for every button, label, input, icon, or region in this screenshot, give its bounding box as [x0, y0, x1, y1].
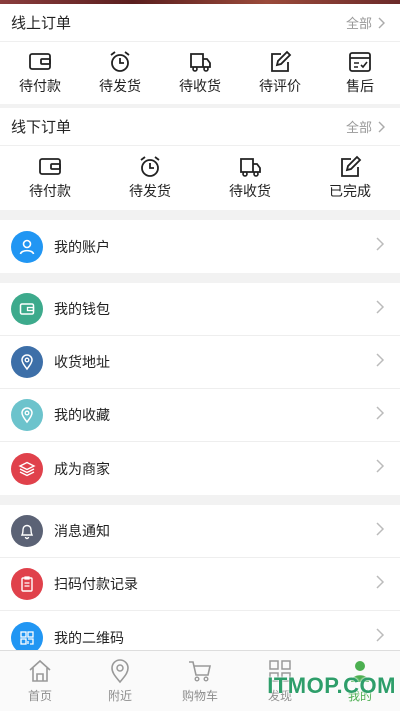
- location-pin-icon: [11, 346, 43, 378]
- tab-label: 购物车: [181, 689, 218, 703]
- grid-item-label: 待付款: [29, 183, 71, 199]
- layers-icon: [11, 452, 43, 485]
- clipboard-icon: [11, 568, 43, 600]
- menu-item-my-account[interactable]: 我的账户: [0, 220, 400, 273]
- tab-label: 首页: [27, 689, 52, 703]
- online-orders-grid: 待付款 待发货 待收货 待评价 售后: [0, 42, 400, 104]
- alarm-clock-icon: [140, 156, 160, 177]
- all-label: 全部: [345, 16, 372, 31]
- divider: [0, 210, 400, 220]
- divider: [0, 273, 400, 283]
- chevron-right-icon: [378, 17, 385, 28]
- online-after-sale[interactable]: 售后: [320, 50, 400, 96]
- menu-item-shipping-address[interactable]: 收货地址: [0, 336, 400, 389]
- menu-item-label: 消息通知: [54, 523, 110, 539]
- offline-pending-payment[interactable]: 待付款: [0, 155, 100, 201]
- grid-item-label: 待发货: [99, 78, 141, 94]
- qrcode-icon: [11, 621, 43, 654]
- after-sale-icon: [349, 52, 371, 72]
- offline-pending-receipt[interactable]: 待收货: [200, 155, 300, 201]
- bell-icon: [11, 515, 43, 547]
- offline-pending-shipment[interactable]: 待发货: [100, 155, 200, 201]
- chevron-right-icon: [374, 521, 386, 542]
- watermark: ITMOP.COM: [267, 673, 396, 698]
- delivery-truck-icon: [190, 53, 211, 72]
- offline-orders-grid: 待付款 待发货 待收货 已完成: [0, 146, 400, 210]
- menu-group-misc: 消息通知 扫码付款记录 我的二维码: [0, 505, 400, 664]
- all-label: 全部: [345, 120, 372, 135]
- tab-label: 附近: [107, 689, 132, 703]
- grid-item-label: 待收货: [179, 78, 221, 94]
- grid-item-label: 售后: [346, 78, 374, 94]
- offline-orders-header[interactable]: 线下订单 全部: [0, 108, 400, 146]
- tab-nearby[interactable]: 附近: [80, 651, 160, 711]
- cart-icon: [189, 661, 211, 682]
- menu-item-my-wallet[interactable]: 我的钱包: [0, 283, 400, 336]
- wallet-icon: [11, 293, 43, 325]
- location-pin-icon: [111, 659, 129, 684]
- user-icon: [11, 230, 43, 263]
- chevron-right-icon: [374, 236, 386, 257]
- delivery-truck-icon: [240, 158, 261, 177]
- menu-item-label: 成为商家: [54, 460, 110, 477]
- online-orders-section: 线上订单 全部 待付款 待发货 待收货 待评价 售后: [0, 4, 400, 104]
- chevron-right-icon: [374, 352, 386, 373]
- offline-orders-section: 线下订单 全部 待付款 待发货 待收货 已完成: [0, 108, 400, 210]
- grid-item-label: 待评价: [259, 78, 301, 94]
- menu-item-label: 我的账户: [54, 238, 110, 255]
- menu-item-label: 收货地址: [54, 354, 110, 370]
- online-pending-payment[interactable]: 待付款: [0, 50, 80, 96]
- location-pin-icon: [11, 399, 43, 431]
- offline-orders-all-link[interactable]: 全部: [346, 117, 388, 136]
- chevron-right-icon: [374, 458, 386, 479]
- menu-item-label: 我的钱包: [54, 301, 110, 317]
- grid-item-label: 待收货: [229, 183, 271, 199]
- chevron-right-icon: [378, 121, 385, 132]
- online-orders-title: 线上订单: [11, 15, 72, 32]
- edit-icon: [341, 155, 362, 177]
- menu-item-label: 我的二维码: [54, 629, 124, 646]
- online-orders-all-link[interactable]: 全部: [346, 13, 388, 32]
- offline-completed[interactable]: 已完成: [300, 155, 400, 201]
- divider: [0, 495, 400, 505]
- home-icon: [29, 659, 51, 682]
- alarm-clock-icon: [110, 51, 130, 72]
- grid-item-label: 待发货: [129, 183, 171, 199]
- menu-item-label: 我的收藏: [54, 407, 110, 423]
- tab-home[interactable]: 首页: [0, 651, 80, 711]
- chevron-right-icon: [374, 299, 386, 320]
- menu-item-my-favorites[interactable]: 我的收藏: [0, 389, 400, 442]
- menu-item-label: 扫码付款记录: [54, 576, 138, 592]
- wallet-icon: [39, 158, 61, 175]
- chevron-right-icon: [374, 574, 386, 595]
- wallet-icon: [29, 53, 51, 70]
- grid-item-label: 待付款: [19, 78, 61, 94]
- online-pending-shipment[interactable]: 待发货: [80, 50, 160, 96]
- chevron-right-icon: [374, 627, 386, 648]
- menu-group-account: 我的账户: [0, 220, 400, 273]
- edit-icon: [271, 50, 292, 72]
- menu-item-notifications[interactable]: 消息通知: [0, 505, 400, 558]
- tab-cart[interactable]: 购物车: [160, 651, 240, 711]
- online-pending-receipt[interactable]: 待收货: [160, 50, 240, 96]
- online-pending-review[interactable]: 待评价: [240, 50, 320, 96]
- menu-item-become-merchant[interactable]: 成为商家: [0, 442, 400, 495]
- chevron-right-icon: [374, 405, 386, 426]
- online-orders-header[interactable]: 线上订单 全部: [0, 4, 400, 42]
- menu-group-wallet: 我的钱包 收货地址 我的收藏 成为商家: [0, 283, 400, 495]
- offline-orders-title: 线下订单: [11, 119, 72, 136]
- grid-item-label: 已完成: [329, 183, 371, 199]
- menu-item-scan-payment-records[interactable]: 扫码付款记录: [0, 558, 400, 611]
